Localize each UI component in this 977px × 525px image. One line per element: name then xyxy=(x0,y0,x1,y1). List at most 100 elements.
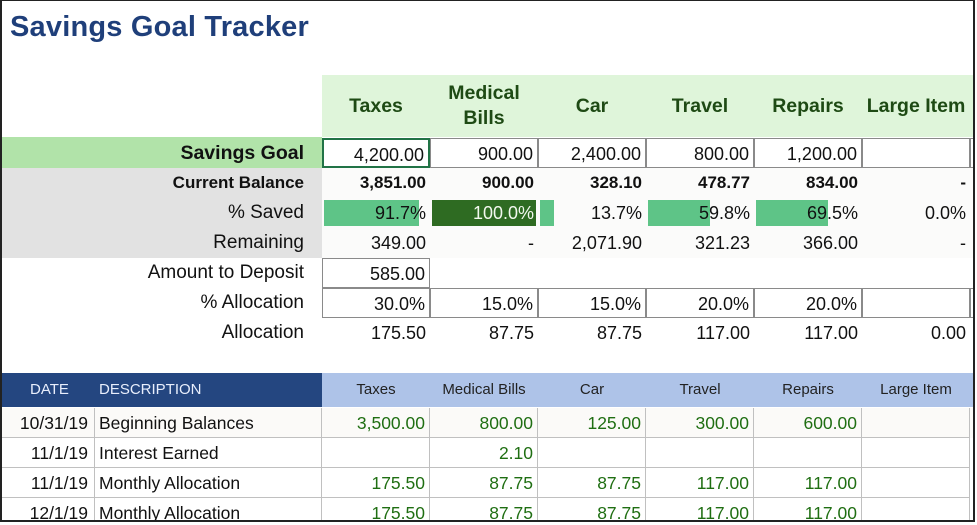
cell-value: 91.7% xyxy=(374,203,426,223)
ledger-header-travel[interactable]: Travel xyxy=(646,373,754,407)
ledger-value-travel[interactable]: 300.00 xyxy=(646,408,754,438)
ledger-value-medical-bills[interactable]: 87.75 xyxy=(430,498,538,520)
savings-goal-taxes[interactable]: 4,200.00 xyxy=(322,138,430,168)
cell-value: 800.00 xyxy=(693,144,749,164)
ledger-value-travel[interactable] xyxy=(646,438,754,468)
pct-allocation-car[interactable]: 15.0% xyxy=(538,288,646,318)
ledger-value-travel[interactable]: 117.00 xyxy=(646,468,754,498)
ledger-header-date[interactable]: DATE xyxy=(30,373,69,407)
remaining-taxes: 349.00 xyxy=(322,228,430,258)
category-header-text: Taxes xyxy=(349,94,403,119)
ledger-date[interactable]: 11/1/19 xyxy=(2,438,95,468)
ledger-header-repairs[interactable]: Repairs xyxy=(754,373,862,407)
pct-allocation-medical-bills[interactable]: 15.0% xyxy=(430,288,538,318)
ledger-date[interactable]: 12/1/19 xyxy=(2,498,95,520)
cell-value: 87.75 xyxy=(488,323,534,343)
ledger-value-car[interactable]: 125.00 xyxy=(538,408,646,438)
header-line-1: Travel xyxy=(671,94,729,117)
ledger-header-medical-bills[interactable]: Medical Bills xyxy=(430,373,538,407)
cell-value: 4,200.00 xyxy=(353,145,424,165)
category-header-text: Repairs xyxy=(772,94,844,119)
pct-allocation-repairs[interactable]: 20.0% xyxy=(754,288,862,318)
ledger-value-repairs[interactable]: 117.00 xyxy=(754,498,862,520)
current-balance-medical-bills: 900.00 xyxy=(430,168,538,198)
cell-value: 1,200.00 xyxy=(786,144,857,164)
category-header-large-item: Large Item xyxy=(862,75,970,137)
partial-column-cell xyxy=(970,288,973,318)
ledger-header-large-item[interactable]: Large Item xyxy=(862,373,970,407)
category-header-text: Travel xyxy=(672,94,728,119)
ledger-value-repairs[interactable]: 117.00 xyxy=(754,468,862,498)
ledger-value-large-item[interactable] xyxy=(862,438,970,468)
cell-value: 15.0% xyxy=(589,294,641,314)
remaining-medical-bills: - xyxy=(430,228,538,258)
pct-saved-repairs: 69.5% xyxy=(754,198,862,228)
ledger-row: 12/1/19 Monthly Allocation 175.50 87.75 87.7… xyxy=(2,498,973,520)
ledger-description[interactable]: Interest Earned xyxy=(95,438,322,468)
category-header-repairs: Repairs xyxy=(754,75,862,137)
ledger-description[interactable]: Beginning Balances xyxy=(95,408,322,438)
category-header-travel: Travel xyxy=(646,75,754,137)
ledger-header-description[interactable]: DESCRIPTION xyxy=(99,373,202,407)
ledger-header-car[interactable]: Car xyxy=(538,373,646,407)
header-line-1: Repairs xyxy=(772,94,844,117)
allocation-taxes: 175.50 xyxy=(322,318,430,348)
ledger-value-medical-bills[interactable]: 87.75 xyxy=(430,468,538,498)
ledger-value-large-item[interactable] xyxy=(862,408,970,438)
remaining-label: Remaining xyxy=(213,232,304,253)
remaining-travel: 321.23 xyxy=(646,228,754,258)
savings-goal-medical-bills[interactable]: 900.00 xyxy=(430,138,538,168)
category-header-text: Large Item xyxy=(867,94,966,119)
cell-value: 0.00 xyxy=(930,323,966,343)
ledger-value-car[interactable]: 87.75 xyxy=(538,498,646,520)
ledger-description[interactable]: Monthly Allocation xyxy=(95,498,322,520)
ledger-header-taxes[interactable]: Taxes xyxy=(322,373,430,407)
cell-value: 900.00 xyxy=(477,144,533,164)
pct-allocation-travel[interactable]: 20.0% xyxy=(646,288,754,318)
pct-allocation-large-item[interactable] xyxy=(862,288,970,318)
allocation-repairs: 117.00 xyxy=(754,318,862,348)
current-balance-taxes: 3,851.00 xyxy=(322,168,430,198)
ledger-date[interactable]: 11/1/19 xyxy=(2,468,95,498)
cell-value: 69.5% xyxy=(806,203,858,223)
pct-allocation-taxes[interactable]: 30.0% xyxy=(322,288,430,318)
amount-to-deposit-input[interactable]: 585.00 xyxy=(322,258,430,288)
ledger-value-large-item[interactable] xyxy=(862,498,970,520)
partial-column-cell xyxy=(970,138,973,168)
ledger-value-medical-bills[interactable]: 800.00 xyxy=(430,408,538,438)
ledger-value-large-item[interactable] xyxy=(862,468,970,498)
ledger-value-taxes[interactable]: 175.50 xyxy=(322,498,430,520)
amount-to-deposit-label: Amount to Deposit xyxy=(147,262,304,283)
cell-value: 478.77 xyxy=(698,173,750,192)
ledger-value-car[interactable] xyxy=(538,438,646,468)
savings-goal-travel[interactable]: 800.00 xyxy=(646,138,754,168)
ledger-value-medical-bills[interactable]: 2.10 xyxy=(430,438,538,468)
header-line-1: Car xyxy=(575,94,609,117)
ledger-value-taxes[interactable]: 3,500.00 xyxy=(322,408,430,438)
allocation-travel: 117.00 xyxy=(646,318,754,348)
ledger-description[interactable]: Monthly Allocation xyxy=(95,468,322,498)
savings-goal-repairs[interactable]: 1,200.00 xyxy=(754,138,862,168)
savings-goal-car[interactable]: 2,400.00 xyxy=(538,138,646,168)
ledger-value-repairs[interactable] xyxy=(754,438,862,468)
spreadsheet-frame: Savings Goal Tracker Taxes Medical Bills Ca… xyxy=(0,0,975,522)
cell-value: 2,400.00 xyxy=(570,144,641,164)
current-balance-label: Current Balance xyxy=(172,173,304,192)
ledger-value-taxes[interactable]: 175.50 xyxy=(322,468,430,498)
cell-value: 366.00 xyxy=(802,233,858,253)
remaining-car: 2,071.90 xyxy=(538,228,646,258)
ledger-value-repairs[interactable]: 600.00 xyxy=(754,408,862,438)
cell-value: 87.75 xyxy=(596,323,642,343)
ledger-date[interactable]: 10/31/19 xyxy=(2,408,95,438)
ledger-value-car[interactable]: 87.75 xyxy=(538,468,646,498)
pct-saved-large-item: 0.0% xyxy=(862,198,970,228)
savings-goal-large-item[interactable] xyxy=(862,138,970,168)
ledger-row: 11/1/19 Monthly Allocation 175.50 87.75 87.7… xyxy=(2,468,973,498)
ledger-value-taxes[interactable] xyxy=(322,438,430,468)
pct-saved-bar-overflow xyxy=(540,200,554,226)
ledger-value-travel[interactable]: 117.00 xyxy=(646,498,754,520)
ledger-row: 11/1/19 Interest Earned 2.10 xyxy=(2,438,973,468)
pct-saved-travel: 59.8% xyxy=(646,198,754,228)
cell-value: 117.00 xyxy=(696,323,750,343)
cell-value: 20.0% xyxy=(697,294,749,314)
